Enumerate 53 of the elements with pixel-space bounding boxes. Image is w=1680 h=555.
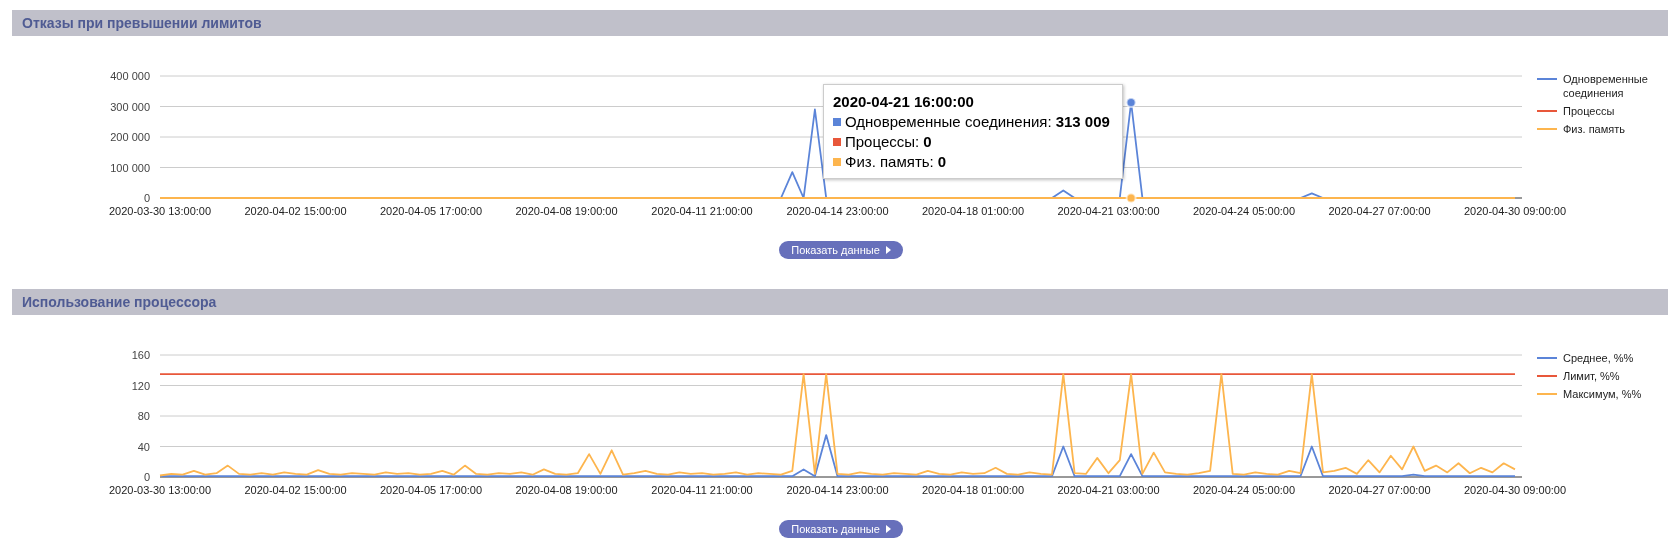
tooltip-title: 2020-04-21 16:00:00 [833,92,975,111]
axis-label: 2020-04-21 03:00:00 [1057,484,1160,496]
axis-label: 2020-04-21 03:00:00 [1057,205,1160,217]
axis-label: 120 [131,379,150,392]
axis-label: 2020-04-08 19:00:00 [515,205,618,217]
axis-label: 2020-03-30 13:00:00 [108,205,212,217]
axis-label: 80 [137,410,150,422]
tooltip-label: Одновременные соединения: [845,112,1052,131]
axis-label: 2020-04-02 15:00:00 [244,205,347,217]
caret-icon [885,525,891,533]
axis-label: 2020-04-14 23:00:00 [786,205,889,217]
tooltip-value: 313 009 [1055,112,1110,131]
axis-label: 2020-04-08 19:00:00 [515,484,618,496]
axis-label: 2020-04-18 01:00:00 [921,484,1025,496]
axis-label: 0 [143,192,150,204]
legend-label: Среднее, %% [1563,351,1635,365]
axis-label: 2020-04-11 21:00:00 [651,205,753,217]
section-title: Использование процессора [22,292,217,312]
tooltip-value: 0 [937,152,947,171]
axis-label: 0 [143,471,150,483]
tooltip-value: 0 [923,132,932,151]
legend-label: Одновременные соединения [1563,72,1649,100]
legend-label: Процессы [1563,104,1616,118]
hover-point [1125,192,1137,204]
axis-label: 2020-04-18 01:00:00 [921,205,1025,217]
legend-label: Максимум, %% [1563,387,1643,401]
axis-label: 2020-03-30 13:00:00 [108,484,212,496]
legend-label: Физ. память [1563,122,1627,136]
show-data-button[interactable]: Показать данные [779,520,903,538]
axis-label: 300 000 [110,100,150,113]
axis-label: 200 000 [110,131,150,143]
tooltip-label: Процессы: [845,132,920,151]
caret-icon [885,246,891,254]
legend-label: Лимит, %% [1563,369,1621,383]
axis-label: 2020-04-02 15:00:00 [244,484,347,496]
axis-label: 2020-04-30 09:00:00 [1463,205,1567,217]
axis-label: 160 [131,349,150,361]
show-data-button[interactable]: Показать данные [779,241,903,259]
axis-label: 2020-04-30 09:00:00 [1463,484,1567,496]
axis-label: 40 [137,440,150,453]
axis-label: 2020-04-14 23:00:00 [786,484,889,496]
tooltip-label: Физ. память: [845,152,934,171]
axis-label: 2020-04-05 17:00:00 [379,205,483,217]
axis-label: 2020-04-24 05:00:00 [1192,484,1296,496]
axis-label: 400 000 [110,70,150,82]
hover-point [1125,97,1137,109]
axis-label: 100 000 [110,161,150,174]
axis-label: 2020-04-05 17:00:00 [379,484,483,496]
axis-label: 2020-04-27 07:00:00 [1328,205,1431,217]
axis-label: 2020-04-24 05:00:00 [1192,205,1296,217]
section-title: Отказы при превышении лимитов [22,13,262,33]
axis-label: 2020-04-11 21:00:00 [651,484,753,496]
axis-label: 2020-04-27 07:00:00 [1328,484,1431,496]
